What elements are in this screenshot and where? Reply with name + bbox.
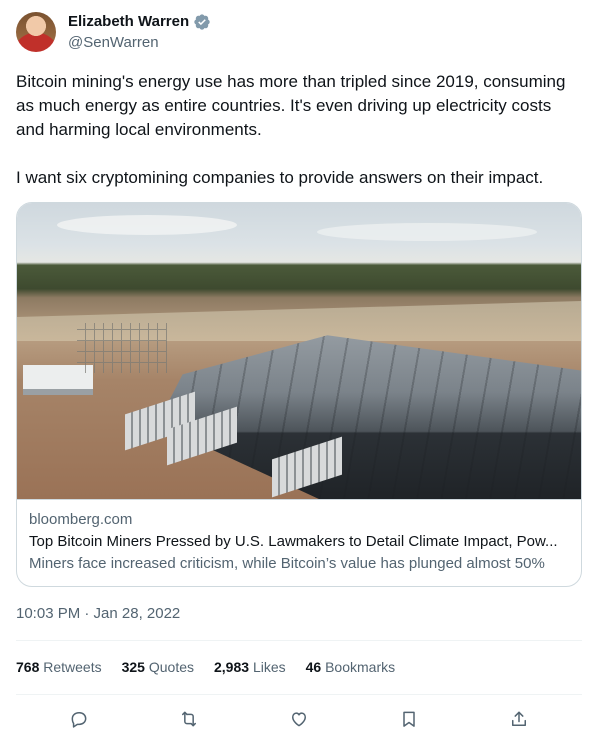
reply-icon [71,712,87,728]
link-card[interactable]: bloomberg.com Top Bitcoin Miners Pressed… [16,202,582,587]
retweet-button[interactable] [172,702,206,736]
like-icon [292,712,306,727]
author-name-row: Elizabeth Warren [68,13,211,31]
author-handle[interactable]: @SenWarren [68,33,211,53]
author-avatar[interactable] [16,12,56,52]
tweet-header: Elizabeth Warren @SenWarren [16,12,211,53]
action-bar [16,702,582,736]
retweets-label: Retweets [43,659,102,675]
likes-label: Likes [252,659,286,675]
reply-button[interactable] [62,702,96,736]
bookmarks-count: 46 [305,659,322,675]
divider [16,640,582,641]
likes-stat[interactable]: 2,983 Likes [214,657,286,677]
card-meta: bloomberg.com Top Bitcoin Miners Pressed… [17,499,581,574]
author-info: Elizabeth Warren @SenWarren [68,13,211,53]
divider [16,694,582,695]
verified-badge-icon [194,14,210,30]
card-image[interactable] [17,203,581,499]
card-title[interactable]: Top Bitcoin Miners Pressed by U.S. Lawma… [29,532,569,552]
retweet-icon [182,711,196,727]
retweets-stat[interactable]: 768 Retweets [16,657,102,677]
quotes-label: Quotes [148,659,194,675]
bookmarks-stat[interactable]: 46 Bookmarks [306,657,396,677]
share-icon [512,711,526,726]
bookmark-icon [403,711,415,727]
quotes-count: 325 [121,659,145,675]
roof-ribs-shape [157,335,581,499]
engagement-stats: 768 Retweets 325 Quotes 2,983 Likes 46 B… [16,657,415,677]
card-domain: bloomberg.com [29,511,133,528]
quotes-stat[interactable]: 325 Quotes [122,657,194,677]
likes-count: 2,983 [214,659,250,675]
tweet-text: Bitcoin mining's energy use has more tha… [16,72,566,187]
author-name[interactable]: Elizabeth Warren [68,13,189,31]
bookmark-button[interactable] [392,702,426,736]
retweets-count: 768 [16,659,40,675]
share-button[interactable] [502,702,536,736]
cloud-shape [57,215,237,235]
substation-shape [77,323,167,373]
tweet-timestamp[interactable]: 10:03 PM · Jan 28, 2022 [16,604,180,624]
cloud-shape [317,223,537,241]
bookmarks-label: Bookmarks [325,659,396,675]
like-button[interactable] [282,702,316,736]
card-description: Miners face increased criticism, while B… [29,555,545,572]
